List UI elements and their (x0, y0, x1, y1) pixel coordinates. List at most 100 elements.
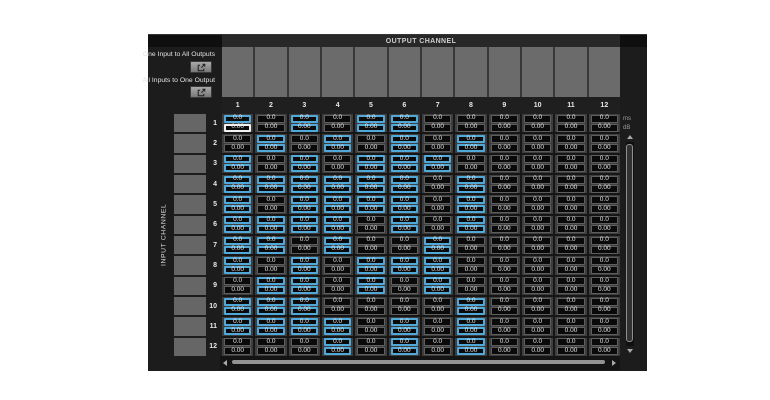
cell-ms-field[interactable]: 0.0 (391, 277, 418, 285)
cell-ms-field[interactable]: 0.0 (591, 176, 618, 184)
cell-ms-field[interactable]: 0.0 (524, 338, 551, 346)
vertical-scrollbar-thumb[interactable] (626, 144, 633, 342)
cell-ms-field[interactable]: 0.0 (257, 155, 284, 163)
cell-db-field[interactable]: 0.00 (557, 225, 584, 233)
cell-ms-field[interactable]: 0.0 (357, 257, 384, 265)
cell-ms-field[interactable]: 0.0 (491, 155, 518, 163)
cell-db-field[interactable]: 0.00 (591, 124, 618, 132)
cell-db-field[interactable]: 0.00 (357, 347, 384, 355)
cell-db-field[interactable]: 0.00 (257, 205, 284, 213)
cell-ms-field[interactable]: 0.0 (591, 257, 618, 265)
cell-db-field[interactable]: 0.00 (591, 246, 618, 254)
cell-db-field[interactable]: 0.00 (324, 347, 351, 355)
cell-db-field[interactable]: 0.00 (224, 164, 251, 172)
cell-db-field[interactable]: 0.00 (524, 266, 551, 274)
cell-ms-field[interactable]: 0.0 (591, 338, 618, 346)
cell-ms-field[interactable]: 0.0 (457, 155, 484, 163)
cell-db-field[interactable]: 0.00 (291, 307, 318, 315)
cell-db-field[interactable]: 0.00 (324, 144, 351, 152)
cell-db-field[interactable]: 0.00 (457, 164, 484, 172)
cell-db-field[interactable]: 0.00 (391, 286, 418, 294)
cell-ms-field[interactable]: 0.0 (391, 318, 418, 326)
cell-ms-field[interactable]: 0.0 (491, 196, 518, 204)
cell-db-field[interactable]: 0.00 (391, 205, 418, 213)
cell-db-field[interactable]: 0.00 (391, 246, 418, 254)
cell-db-field[interactable]: 0.00 (591, 164, 618, 172)
cell-ms-field[interactable]: 0.0 (424, 257, 451, 265)
cell-ms-field[interactable]: 0.0 (424, 298, 451, 306)
cell-db-field[interactable]: 0.00 (557, 164, 584, 172)
cell-ms-field[interactable]: 0.0 (391, 298, 418, 306)
cell-db-field[interactable]: 0.00 (591, 347, 618, 355)
cell-db-field[interactable]: 0.00 (357, 246, 384, 254)
cell-db-field[interactable]: 0.00 (391, 307, 418, 315)
cell-db-field[interactable]: 0.00 (557, 266, 584, 274)
cell-ms-field[interactable]: 0.0 (257, 115, 284, 123)
cell-db-field[interactable]: 0.00 (357, 327, 384, 335)
cell-ms-field[interactable]: 0.0 (324, 196, 351, 204)
cell-db-field[interactable]: 0.00 (224, 347, 251, 355)
cell-ms-field[interactable]: 0.0 (524, 196, 551, 204)
one-input-to-all-outputs-button[interactable] (190, 61, 212, 73)
cell-ms-field[interactable]: 0.0 (424, 216, 451, 224)
cell-ms-field[interactable]: 0.0 (324, 318, 351, 326)
cell-db-field[interactable]: 0.00 (524, 144, 551, 152)
cell-ms-field[interactable]: 0.0 (424, 318, 451, 326)
cell-db-field[interactable]: 0.00 (224, 144, 251, 152)
cell-ms-field[interactable]: 0.0 (357, 298, 384, 306)
cell-db-field[interactable]: 0.00 (457, 327, 484, 335)
cell-db-field[interactable]: 0.00 (524, 246, 551, 254)
cell-db-field[interactable]: 0.00 (357, 307, 384, 315)
cell-db-field[interactable]: 0.00 (357, 286, 384, 294)
cell-db-field[interactable]: 0.00 (591, 144, 618, 152)
cell-ms-field[interactable]: 0.0 (224, 176, 251, 184)
cell-db-field[interactable]: 0.00 (491, 286, 518, 294)
horizontal-scrollbar-thumb[interactable] (232, 360, 605, 364)
cell-db-field[interactable]: 0.00 (324, 266, 351, 274)
cell-ms-field[interactable]: 0.0 (524, 176, 551, 184)
cell-ms-field[interactable]: 0.0 (291, 135, 318, 143)
cell-ms-field[interactable]: 0.0 (591, 237, 618, 245)
cell-ms-field[interactable]: 0.0 (391, 196, 418, 204)
cell-ms-field[interactable]: 0.0 (591, 196, 618, 204)
cell-db-field[interactable]: 0.00 (291, 225, 318, 233)
cell-db-field[interactable]: 0.00 (524, 347, 551, 355)
cell-db-field[interactable]: 0.00 (591, 225, 618, 233)
cell-db-field[interactable]: 0.00 (424, 205, 451, 213)
cell-db-field[interactable]: 0.00 (491, 144, 518, 152)
cell-ms-field[interactable]: 0.0 (557, 237, 584, 245)
cell-ms-field[interactable]: 0.0 (257, 257, 284, 265)
cell-db-field[interactable]: 0.00 (391, 327, 418, 335)
cell-db-field[interactable]: 0.00 (524, 225, 551, 233)
cell-db-field[interactable]: 0.00 (491, 347, 518, 355)
cell-db-field[interactable]: 0.00 (291, 246, 318, 254)
cell-ms-field[interactable]: 0.0 (524, 298, 551, 306)
cell-ms-field[interactable]: 0.0 (491, 298, 518, 306)
cell-ms-field[interactable]: 0.0 (457, 237, 484, 245)
cell-db-field[interactable]: 0.00 (457, 347, 484, 355)
cell-ms-field[interactable]: 0.0 (524, 155, 551, 163)
cell-ms-field[interactable]: 0.0 (357, 196, 384, 204)
cell-ms-field[interactable]: 0.0 (224, 318, 251, 326)
cell-ms-field[interactable]: 0.0 (491, 135, 518, 143)
cell-db-field[interactable]: 0.00 (257, 246, 284, 254)
cell-db-field[interactable]: 0.00 (257, 185, 284, 193)
cell-db-field[interactable]: 0.00 (424, 246, 451, 254)
cell-ms-field[interactable]: 0.0 (391, 135, 418, 143)
cell-db-field[interactable]: 0.00 (391, 347, 418, 355)
cell-ms-field[interactable]: 0.0 (424, 135, 451, 143)
cell-ms-field[interactable]: 0.0 (391, 155, 418, 163)
cell-ms-field[interactable]: 0.0 (224, 298, 251, 306)
cell-db-field[interactable]: 0.00 (557, 124, 584, 132)
cell-db-field[interactable]: 0.00 (524, 307, 551, 315)
cell-db-field[interactable]: 0.00 (324, 124, 351, 132)
cell-ms-field[interactable]: 0.0 (257, 196, 284, 204)
cell-db-field[interactable]: 0.00 (491, 185, 518, 193)
cell-db-field[interactable]: 0.00 (391, 164, 418, 172)
cell-ms-field[interactable]: 0.0 (591, 216, 618, 224)
cell-ms-field[interactable]: 0.0 (257, 237, 284, 245)
cell-ms-field[interactable]: 0.0 (291, 338, 318, 346)
cell-ms-field[interactable]: 0.0 (524, 237, 551, 245)
cell-db-field[interactable]: 0.00 (557, 327, 584, 335)
cell-db-field[interactable]: 0.00 (424, 124, 451, 132)
